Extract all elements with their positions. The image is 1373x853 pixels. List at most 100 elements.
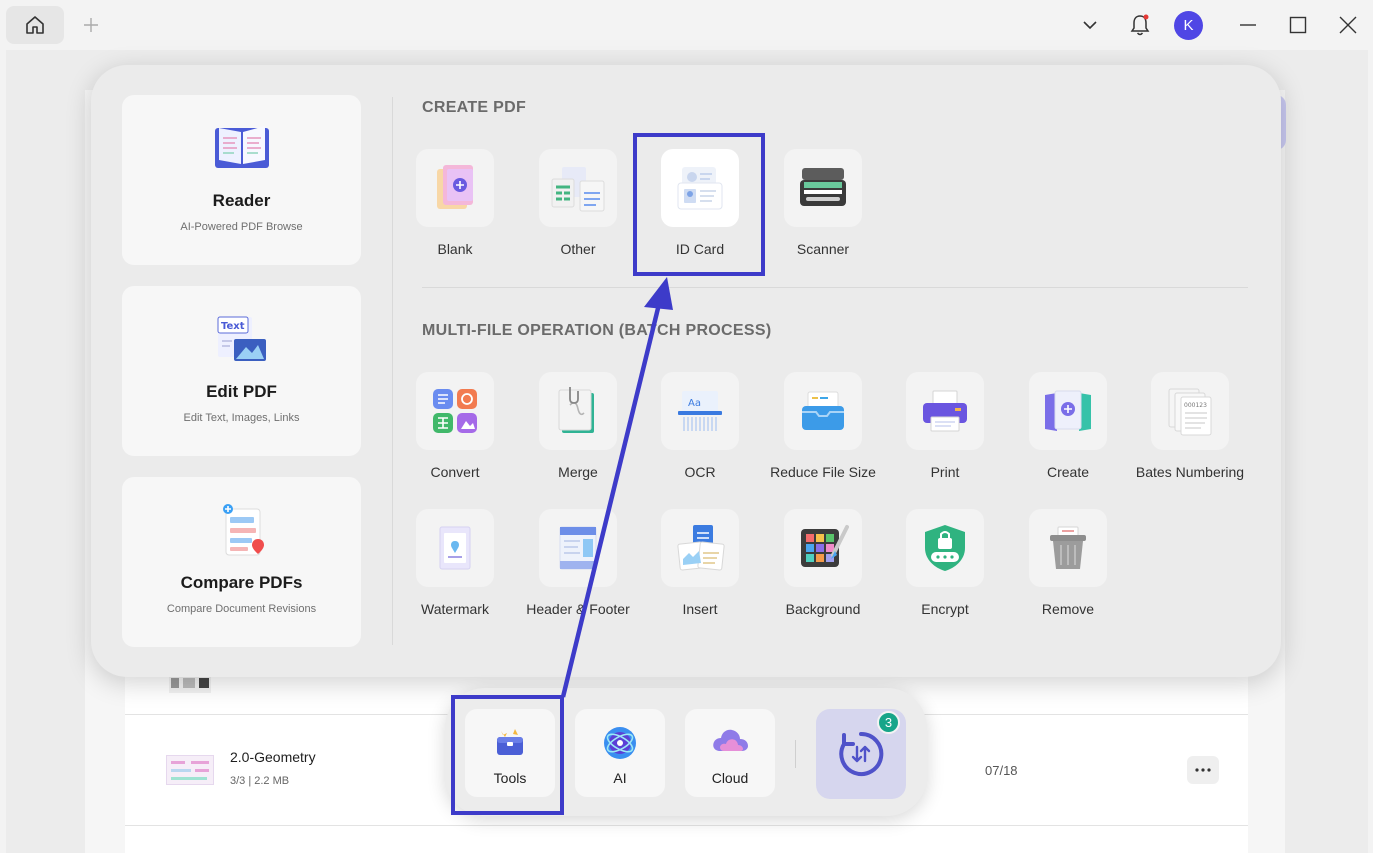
tool-tile bbox=[539, 509, 617, 587]
dock-ai-button[interactable]: AI bbox=[575, 709, 665, 797]
tool-other[interactable]: Other bbox=[517, 149, 639, 269]
more-options-button[interactable] bbox=[1187, 756, 1219, 784]
file-name[interactable]: 2.0-Geometry bbox=[230, 749, 316, 765]
bates-numbering-icon: 000123 bbox=[1168, 388, 1212, 436]
id-card-highlight bbox=[633, 133, 765, 276]
dropdown-button[interactable] bbox=[1075, 10, 1105, 40]
tool-tile: 000123 bbox=[1151, 372, 1229, 450]
tool-tile bbox=[416, 372, 494, 450]
tool-tile bbox=[784, 372, 862, 450]
tool-blank[interactable]: Blank bbox=[394, 149, 516, 269]
tool-label: Scanner bbox=[796, 241, 850, 257]
compare-icon bbox=[222, 504, 264, 556]
create-pages-icon bbox=[1045, 390, 1091, 431]
minimize-icon bbox=[1240, 24, 1256, 26]
tool-tile bbox=[661, 509, 739, 587]
reader-card[interactable]: Reader AI-Powered PDF Browse bbox=[122, 95, 361, 265]
tool-scanner[interactable]: Scanner bbox=[762, 149, 884, 269]
book-icon bbox=[214, 126, 269, 168]
tool-tile: Aa bbox=[661, 372, 739, 450]
compress-icon bbox=[802, 391, 844, 430]
close-icon bbox=[1339, 16, 1357, 34]
trash-icon bbox=[1050, 526, 1086, 569]
edit-text-icon: Text bbox=[217, 316, 266, 361]
plus-icon bbox=[84, 18, 98, 32]
maximize-button[interactable] bbox=[1283, 10, 1313, 40]
convert-icon bbox=[433, 389, 477, 433]
sync-icon bbox=[839, 731, 884, 776]
edit-pdf-card[interactable]: Text Edit PDF Edit Text, Images, Links bbox=[122, 286, 361, 456]
tool-merge[interactable]: Merge bbox=[517, 372, 639, 492]
new-tab-button[interactable] bbox=[78, 12, 104, 38]
minimize-button[interactable] bbox=[1233, 10, 1263, 40]
tool-tile bbox=[906, 372, 984, 450]
tool-tile bbox=[784, 149, 862, 227]
notifications-button[interactable] bbox=[1125, 10, 1155, 40]
ocr-icon: Aa bbox=[678, 391, 722, 431]
compare-pdfs-title: Compare PDFs bbox=[180, 573, 303, 592]
header-footer-icon bbox=[559, 526, 597, 570]
dock-cloud-label: Cloud bbox=[711, 770, 749, 786]
reader-title: Reader bbox=[212, 191, 271, 210]
merge-icon bbox=[558, 387, 594, 433]
edit-pdf-subtitle: Edit Text, Images, Links bbox=[183, 412, 300, 424]
tools-highlight bbox=[451, 695, 564, 815]
tool-watermark[interactable]: Watermark bbox=[394, 509, 516, 629]
file-thumbnail[interactable] bbox=[166, 755, 214, 785]
row-divider bbox=[125, 825, 1248, 826]
tool-tile bbox=[539, 149, 617, 227]
shield-lock-icon bbox=[925, 525, 965, 571]
tool-tile bbox=[539, 372, 617, 450]
palette-icon bbox=[801, 525, 849, 567]
tool-remove[interactable]: Remove bbox=[1007, 509, 1129, 629]
tool-reduce-file-size[interactable]: Reduce File Size bbox=[762, 372, 884, 492]
bell-icon bbox=[1130, 14, 1150, 36]
batch-title: MULTI-FILE OPERATION (BATCH PROCESS) bbox=[422, 322, 772, 339]
tool-label: Bates Numbering bbox=[1135, 464, 1245, 480]
avatar[interactable]: K bbox=[1174, 11, 1203, 40]
other-formats-icon bbox=[551, 167, 605, 212]
blank-page-icon bbox=[437, 165, 473, 209]
tool-ocr[interactable]: Aa OCR bbox=[639, 372, 761, 492]
file-date: 07/18 bbox=[985, 763, 1018, 778]
tool-insert[interactable]: Insert bbox=[639, 509, 761, 629]
tool-tile bbox=[416, 149, 494, 227]
ai-orb-icon bbox=[604, 727, 636, 759]
close-button[interactable] bbox=[1333, 10, 1363, 40]
section-divider bbox=[422, 287, 1248, 288]
dock-cloud-button[interactable]: Cloud bbox=[685, 709, 775, 797]
dock-ai-label: AI bbox=[613, 770, 627, 786]
svg-text:Aa: Aa bbox=[688, 398, 701, 409]
dock-separator bbox=[795, 740, 796, 768]
insert-pages-icon bbox=[677, 525, 725, 571]
file-thumbnail bbox=[169, 675, 211, 693]
chevron-down-icon bbox=[1083, 21, 1097, 30]
edit-icon-text: Text bbox=[221, 321, 245, 332]
tool-tile bbox=[416, 509, 494, 587]
tool-label: Remove bbox=[1041, 601, 1095, 617]
home-icon bbox=[26, 16, 44, 34]
compare-pdfs-card[interactable]: Compare PDFs Compare Document Revisions bbox=[122, 477, 361, 647]
tool-print[interactable]: Print bbox=[884, 372, 1006, 492]
printer-icon bbox=[923, 390, 967, 432]
panel-divider bbox=[392, 97, 393, 645]
tool-tile bbox=[1029, 509, 1107, 587]
tool-bates-numbering[interactable]: 000123 Bates Numbering bbox=[1129, 372, 1251, 492]
home-button[interactable] bbox=[6, 6, 64, 44]
tool-create[interactable]: Create bbox=[1007, 372, 1129, 492]
tool-background[interactable]: Background bbox=[762, 509, 884, 629]
sync-count-badge: 3 bbox=[877, 711, 900, 734]
watermark-icon bbox=[439, 526, 471, 570]
tool-tile bbox=[784, 509, 862, 587]
compare-pdfs-subtitle: Compare Document Revisions bbox=[166, 603, 317, 615]
edit-pdf-title: Edit PDF bbox=[206, 382, 277, 401]
reader-subtitle: AI-Powered PDF Browse bbox=[180, 221, 303, 233]
svg-text:000123: 000123 bbox=[1184, 402, 1207, 409]
tool-convert[interactable]: Convert bbox=[394, 372, 516, 492]
tool-header-footer[interactable]: Header & Footer bbox=[517, 509, 639, 629]
tool-encrypt[interactable]: Encrypt bbox=[884, 509, 1006, 629]
tool-tile bbox=[1029, 372, 1107, 450]
create-pdf-title: CREATE PDF bbox=[422, 99, 527, 116]
maximize-icon bbox=[1289, 16, 1307, 34]
file-meta: 3/3 | 2.2 MB bbox=[230, 775, 290, 787]
